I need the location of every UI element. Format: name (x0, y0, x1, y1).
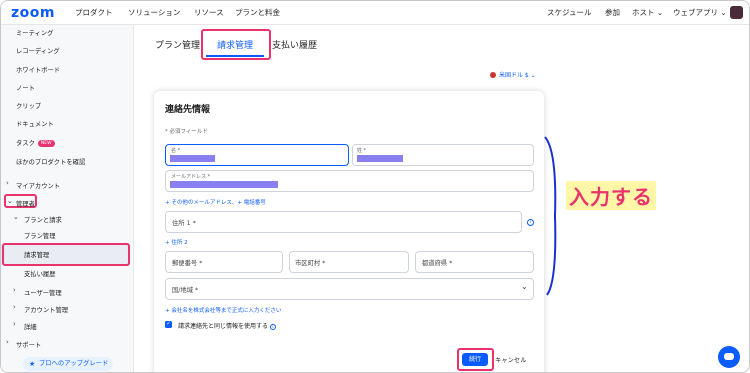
chevron-down-icon: ⌄ (13, 213, 19, 221)
nav-host[interactable]: ホスト ⌄ (632, 7, 663, 18)
nav-solutions[interactable]: ソリューション (128, 7, 180, 18)
sidebar-item-clips[interactable]: クリップ (16, 101, 41, 110)
sidebar-item-meeting[interactable]: ミーティング (16, 28, 53, 37)
nav-join[interactable]: 参加 (605, 7, 620, 18)
chevron-down-icon: ⌄ (654, 8, 664, 17)
required-note: * 必須フィールド (165, 129, 208, 135)
zip-placeholder: 郵便番号 * (172, 260, 203, 267)
nav-resources[interactable]: リソース (194, 7, 224, 18)
nav-products[interactable]: プロダクト (75, 7, 113, 18)
same-as-billing-checkbox[interactable]: ✓ (165, 321, 172, 328)
sidebar-item-recording[interactable]: レコーディング (16, 46, 60, 55)
annotation-label: 入力する (566, 181, 656, 210)
nav-web-app[interactable]: ウェブアプリ ⌄ (673, 7, 727, 18)
us-flag-icon (490, 72, 496, 78)
billing-highlight-box (2, 243, 130, 266)
info-icon[interactable]: i (527, 219, 534, 226)
sidebar-item-my-account[interactable]: マイアカウント (16, 181, 60, 190)
tab-billing-mgmt[interactable]: 請求管理 (217, 38, 253, 51)
new-badge: NEW (37, 140, 55, 147)
country-select[interactable] (165, 278, 534, 300)
zoom-logo[interactable]: zoom (11, 5, 55, 21)
info-icon[interactable]: i (269, 324, 276, 330)
address1-placeholder: 住所 1 * (172, 220, 196, 227)
chevron-right-icon: › (13, 303, 16, 311)
tab-plan-mgmt[interactable]: プラン管理 (155, 38, 200, 51)
sidebar-item-account-mgmt[interactable]: アカウント管理 (24, 305, 68, 314)
sidebar-item-admin[interactable]: 管理者 (16, 199, 35, 208)
continue-button[interactable]: 続行 (462, 353, 488, 366)
avatar[interactable] (730, 6, 743, 19)
sidebar-item-notes[interactable]: ノート (16, 83, 35, 92)
app-window: zoom プロダクト ソリューション リソース プランと料金 スケジュール 参加… (0, 0, 750, 373)
sidebar-item-plans-billing[interactable]: プランと請求 (24, 215, 62, 224)
sidebar-item-support[interactable]: サポート (16, 340, 41, 349)
redacted-email (170, 181, 278, 188)
chevron-right-icon: › (13, 320, 16, 328)
redacted-first-name (170, 155, 215, 162)
top-nav-bar: zoom プロダクト ソリューション リソース プランと料金 スケジュール 参加… (1, 1, 749, 25)
sidebar-item-billing-mgmt[interactable]: 請求管理 (24, 250, 49, 259)
chevron-right-icon: › (13, 286, 16, 294)
sidebar-item-details[interactable]: 詳細 (24, 322, 37, 331)
first-name-label: 名 * (171, 148, 181, 154)
company-name-link[interactable]: + 会社名を株式会社等まで正式に入力ください (165, 306, 281, 314)
tab-payment-history[interactable]: 支払い履歴 (272, 38, 317, 51)
cancel-button[interactable]: キャンセル (495, 355, 526, 364)
address1-field[interactable] (165, 211, 522, 233)
redacted-last-name (357, 155, 403, 162)
sidebar-item-other-products[interactable]: ほかのプロダクトを確認 (16, 157, 85, 166)
annotation-brace (544, 136, 557, 296)
sidebar-item-docs[interactable]: ドキュメント (16, 119, 54, 128)
chevron-right-icon: › (6, 179, 9, 187)
sidebar-item-user-mgmt[interactable]: ユーザー管理 (24, 288, 62, 297)
email-label: メールアドレス * (171, 174, 211, 180)
chevron-down-icon: ⌄ (7, 197, 13, 205)
currency-selector[interactable]: 米国ドル $ ⌄ (490, 70, 536, 79)
sidebar-item-plan-mgmt[interactable]: プラン管理 (24, 231, 55, 240)
city-placeholder: 市区町村 * (295, 260, 326, 267)
form-title: 連絡先情報 (165, 105, 211, 115)
sidebar-item-tasks[interactable]: タスク NEW (16, 138, 55, 147)
state-placeholder: 都道府県 * (422, 260, 453, 267)
nav-pricing[interactable]: プランと料金 (235, 7, 280, 18)
chevron-right-icon: › (6, 338, 9, 346)
add-email-phone-link[interactable]: + その他のメールアドレス、+ 電話番号 (165, 198, 266, 206)
last-name-label: 姓 * (357, 148, 367, 154)
chevron-down-icon: ⌄ (718, 8, 727, 17)
same-as-billing-label: 請求連絡先と同じ情報を使用する i (178, 321, 276, 330)
sidebar-item-payment-history[interactable]: 支払い履歴 (24, 269, 55, 278)
add-address2-link[interactable]: + 住所 2 (165, 238, 188, 246)
country-placeholder: 国/地域 * (172, 287, 199, 294)
upgrade-button[interactable]: ★ プロへのアップグレード (23, 357, 113, 371)
sidebar-item-whiteboard[interactable]: ホワイトボード (16, 65, 60, 74)
chevron-down-icon: ⌄ (528, 72, 536, 79)
active-tab-underline (206, 55, 264, 57)
chevron-down-icon: ⌄ (521, 282, 528, 291)
chat-support-button[interactable] (718, 346, 740, 368)
nav-schedule[interactable]: スケジュール (547, 7, 591, 18)
star-icon: ★ (29, 360, 36, 368)
